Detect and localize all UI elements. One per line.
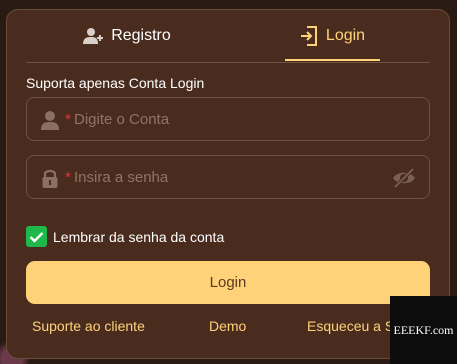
login-door-icon bbox=[300, 26, 318, 46]
eye-slash-icon[interactable] bbox=[392, 167, 416, 189]
login-hint: Suporta apenas Conta Login bbox=[26, 75, 205, 91]
login-button[interactable]: Login bbox=[26, 261, 430, 304]
remember-label: Lembrar da senha da conta bbox=[53, 228, 225, 245]
demo-link[interactable]: Demo bbox=[209, 318, 246, 334]
tab-login-label: Login bbox=[325, 27, 366, 44]
user-plus-icon bbox=[83, 27, 104, 45]
customer-support-link[interactable]: Suporte ao cliente bbox=[32, 318, 145, 334]
watermark: EEEKF.com bbox=[390, 296, 457, 364]
check-icon bbox=[29, 231, 44, 243]
tab-registro[interactable]: Registro bbox=[26, 10, 228, 62]
password-input[interactable] bbox=[74, 156, 394, 198]
password-field[interactable]: * bbox=[26, 155, 430, 199]
tab-registro-label: Registro bbox=[111, 27, 171, 44]
account-required-mark: * bbox=[65, 111, 71, 128]
account-field[interactable]: * bbox=[26, 97, 430, 141]
user-icon bbox=[40, 110, 60, 130]
lock-icon bbox=[40, 168, 60, 188]
forgot-password-link[interactable]: Esqueceu a S bbox=[307, 318, 394, 334]
active-tab-indicator bbox=[285, 59, 380, 61]
remember-checkbox[interactable] bbox=[26, 226, 47, 247]
account-input[interactable] bbox=[74, 98, 394, 140]
login-panel: Registro Login Suporta apenas Conta Logi… bbox=[6, 9, 450, 359]
tab-login[interactable]: Login bbox=[285, 10, 380, 62]
remember-password-toggle[interactable]: Lembrar da senha da conta bbox=[26, 226, 224, 247]
password-required-mark: * bbox=[65, 169, 71, 186]
auth-tabs: Registro Login bbox=[26, 10, 430, 63]
